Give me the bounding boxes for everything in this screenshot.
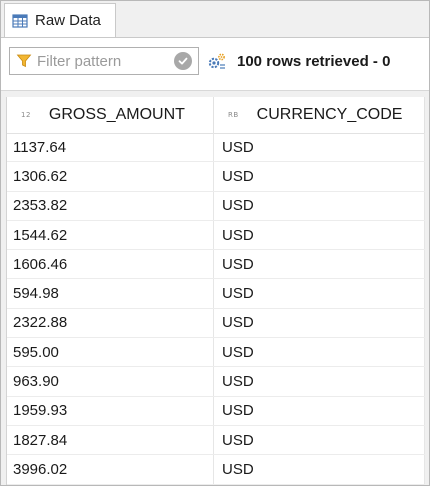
cell-currency-code[interactable]: USD — [214, 455, 425, 484]
table-row[interactable]: 963.90 USD — [7, 367, 425, 397]
cell-gross-amount[interactable]: 1606.46 — [7, 250, 214, 279]
numeric-type-icon: 12 — [21, 111, 31, 119]
filter-box[interactable] — [9, 47, 199, 75]
tab-raw-data[interactable]: Raw Data — [4, 3, 116, 37]
raw-data-panel: Raw Data 100 rows retrieved - 0 — [0, 0, 430, 486]
cell-currency-code[interactable]: USD — [214, 191, 425, 220]
cell-gross-amount[interactable]: 3996.02 — [7, 455, 214, 484]
cell-currency-code[interactable]: USD — [214, 162, 425, 191]
grid-header: 12 GROSS_AMOUNT RB CURRENCY_CODE — [7, 97, 425, 134]
table-row[interactable]: 1827.84 USD — [7, 425, 425, 456]
table-grid-icon — [12, 13, 28, 28]
cell-currency-code[interactable]: USD — [214, 250, 425, 279]
cell-gross-amount[interactable]: 595.00 — [7, 338, 214, 367]
rows-retrieved-status: 100 rows retrieved - 0 — [237, 53, 391, 70]
table-row[interactable]: 595.00 USD — [7, 338, 425, 368]
cell-gross-amount[interactable]: 594.98 — [7, 279, 214, 308]
cell-currency-code[interactable]: USD — [214, 425, 425, 455]
tab-strip: Raw Data — [1, 1, 429, 38]
cell-gross-amount[interactable]: 1306.62 — [7, 162, 214, 191]
table-row[interactable]: 3996.02 USD — [7, 455, 425, 485]
cell-currency-code[interactable]: USD — [214, 367, 425, 396]
cell-currency-code[interactable]: USD — [214, 133, 425, 162]
table-row[interactable]: 1306.62 USD — [7, 162, 425, 192]
cell-gross-amount[interactable]: 2353.82 — [7, 191, 214, 220]
table-row[interactable]: 1137.64 USD — [7, 133, 425, 163]
clear-check-icon[interactable] — [174, 52, 192, 70]
table-row[interactable]: 2353.82 USD — [7, 191, 425, 221]
cell-currency-code[interactable]: USD — [214, 396, 425, 425]
cell-gross-amount[interactable]: 1544.62 — [7, 220, 214, 250]
cell-currency-code[interactable]: USD — [214, 338, 425, 367]
table-row[interactable]: 594.98 USD — [7, 279, 425, 309]
cell-gross-amount[interactable]: 963.90 — [7, 367, 214, 396]
refine-gear-icon[interactable] — [207, 52, 227, 72]
table-row[interactable]: 1544.62 USD — [7, 220, 425, 251]
cell-gross-amount[interactable]: 1137.64 — [7, 133, 214, 162]
toolbar: 100 rows retrieved - 0 — [1, 38, 429, 91]
cell-gross-amount[interactable]: 1827.84 — [7, 425, 214, 455]
funnel-icon[interactable] — [16, 53, 32, 69]
filter-pattern-input[interactable] — [37, 52, 165, 70]
cell-gross-amount[interactable]: 1959.93 — [7, 396, 214, 425]
cell-currency-code[interactable]: USD — [214, 220, 425, 250]
column-header-gross-amount[interactable]: 12 GROSS_AMOUNT — [7, 97, 214, 133]
cell-currency-code[interactable]: USD — [214, 308, 425, 338]
column-header-currency-code[interactable]: RB CURRENCY_CODE — [214, 97, 425, 133]
text-type-icon: RB — [228, 111, 239, 119]
grid-rows: 1137.64 USD 1306.62 USD 2353.82 USD 1544… — [7, 133, 425, 485]
table-row[interactable]: 1606.46 USD — [7, 250, 425, 280]
tab-label: Raw Data — [35, 12, 101, 29]
column-header-label: CURRENCY_CODE — [256, 106, 403, 123]
cell-gross-amount[interactable]: 2322.88 — [7, 308, 214, 338]
results-grid: 12 GROSS_AMOUNT RB CURRENCY_CODE 1137.64… — [6, 97, 425, 485]
table-row[interactable]: 2322.88 USD — [7, 308, 425, 339]
table-row[interactable]: 1959.93 USD — [7, 396, 425, 426]
column-header-label: GROSS_AMOUNT — [48, 106, 185, 123]
cell-currency-code[interactable]: USD — [214, 279, 425, 308]
